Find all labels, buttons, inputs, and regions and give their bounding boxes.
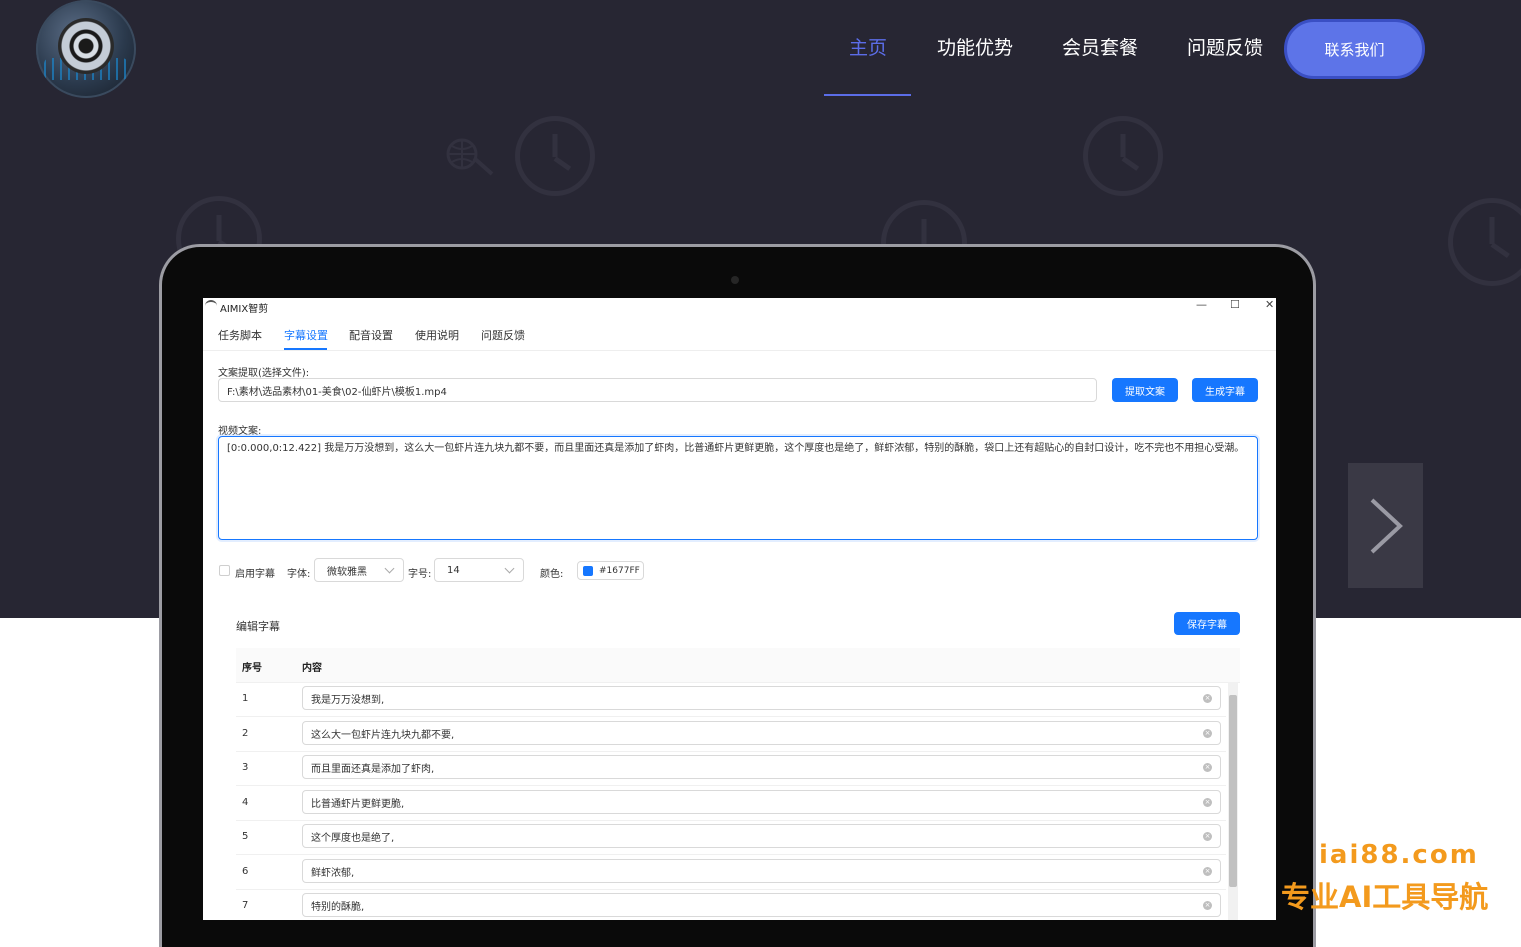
subtitle-input[interactable]: 而且里面还真是添加了虾肉, × [302,755,1221,779]
clear-icon[interactable]: × [1203,832,1212,841]
size-label: 字号: [408,569,432,580]
subtitle-input[interactable]: 鲜虾浓郁, × [302,859,1221,883]
table-header: 序号 内容 [236,648,1240,683]
enable-subtitle-label: 启用字幕 [235,569,275,580]
app-titlebar: AIMIX智剪 — ☐ ✕ [203,298,1276,316]
row-index: 5 [242,831,249,842]
site-logo[interactable] [36,0,136,98]
close-icon[interactable]: ✕ [1265,298,1274,311]
script-label: 视频文案: [218,426,262,437]
app-tabs: 任务脚本 字幕设置 配音设置 使用说明 问题反馈 [203,325,1276,351]
app-window: AIMIX智剪 — ☐ ✕ 任务脚本 字幕设置 配音设置 使用说明 问题反馈 文… [203,298,1276,920]
row-index: 1 [242,693,249,704]
header-index: 序号 [242,663,262,674]
table-scrollbar-thumb[interactable] [1229,695,1237,887]
table-row: 5 这个厚度也是绝了, × [236,820,1226,855]
file-path-input[interactable]: F:\素材\选品素材\01-美食\02-仙虾片\模板1.mp4 [218,378,1097,402]
globe-search-decoration-icon [446,138,494,176]
font-select-value: 微软雅黑 [327,566,367,578]
enable-subtitle-checkbox[interactable] [219,565,230,576]
subtitle-text: 我是万万没想到, [311,694,385,706]
app-title: AIMIX智剪 [220,304,269,315]
clear-icon[interactable]: × [1203,901,1212,910]
watermark-domain: iai88.com [1319,840,1479,870]
clear-icon[interactable]: × [1203,867,1212,876]
carousel-next-button[interactable] [1348,463,1423,588]
size-select-value: 14 [447,564,460,576]
nav-home[interactable]: 主页 [849,33,887,60]
row-index: 4 [242,797,249,808]
edit-subtitle-title: 编辑字幕 [236,620,280,633]
nav-feedback[interactable]: 问题反馈 [1187,33,1263,60]
clock-decoration-icon [515,116,595,196]
row-index: 6 [242,866,249,877]
subtitle-text: 比普通虾片更鲜更脆, [311,798,405,810]
script-textarea[interactable]: [0:0.000,0:12.422] 我是万万没想到，这么大一包虾片连九块九都不… [218,436,1258,540]
chevron-down-icon [384,563,395,574]
subtitle-text: 这个厚度也是绝了, [311,832,395,844]
color-picker[interactable]: #1677FF [577,561,644,580]
tab-active-indicator [284,348,327,350]
maximize-icon[interactable]: ☐ [1230,298,1240,311]
font-label: 字体: [287,569,311,580]
subtitle-input[interactable]: 这个厚度也是绝了, × [302,824,1221,848]
tab-feedback[interactable]: 问题反馈 [481,327,525,343]
film-reel-icon [58,18,114,74]
color-swatch [583,565,593,576]
subtitle-input[interactable]: 这么大一包虾片连九块九都不要, × [302,721,1221,745]
clear-icon[interactable]: × [1203,729,1212,738]
subtitle-text: 而且里面还真是添加了虾肉, [311,763,435,775]
chevron-down-icon [504,563,515,574]
subtitle-input[interactable]: 我是万万没想到, × [302,686,1221,710]
row-index: 3 [242,762,249,773]
subtitle-input[interactable]: 比普通虾片更鲜更脆, × [302,790,1221,814]
nav-active-indicator [824,94,911,96]
header-content: 内容 [302,663,322,674]
subtitle-text: 这么大一包虾片连九块九都不要, [311,729,455,741]
table-row: 1 我是万万没想到, × [236,682,1226,717]
font-select[interactable]: 微软雅黑 [314,558,404,582]
row-index: 2 [242,728,249,739]
app-logo-icon [205,300,217,310]
nav-pricing[interactable]: 会员套餐 [1062,33,1138,60]
chevron-right-icon [1370,498,1403,553]
subtitle-text: 鲜虾浓郁, [311,867,355,879]
tab-task-script[interactable]: 任务脚本 [218,327,262,343]
contact-us-button[interactable]: 联系我们 [1284,19,1425,79]
table-row: 7 特别的酥脆, × [236,889,1226,920]
tab-instructions[interactable]: 使用说明 [415,327,459,343]
clear-icon[interactable]: × [1203,763,1212,772]
color-label: 颜色: [540,569,564,580]
table-row: 2 这么大一包虾片连九块九都不要, × [236,717,1226,752]
color-value: #1677FF [599,565,640,576]
row-index: 7 [242,900,249,911]
nav-features[interactable]: 功能优势 [937,33,1013,60]
generate-subtitle-button[interactable]: 生成字幕 [1192,378,1258,402]
tab-subtitle-settings[interactable]: 字幕设置 [284,327,328,343]
clock-decoration-icon [1083,116,1163,196]
clear-icon[interactable]: × [1203,694,1212,703]
laptop-camera [731,276,739,284]
table-row: 3 而且里面还真是添加了虾肉, × [236,751,1226,786]
tab-voice-settings[interactable]: 配音设置 [349,327,393,343]
size-select[interactable]: 14 [434,558,524,582]
table-row: 4 比普通虾片更鲜更脆, × [236,786,1226,821]
subtitle-text: 特别的酥脆, [311,901,365,913]
subtitle-input[interactable]: 特别的酥脆, × [302,893,1221,917]
save-subtitle-button[interactable]: 保存字幕 [1174,612,1240,635]
extract-script-button[interactable]: 提取文案 [1112,378,1178,402]
table-row: 6 鲜虾浓郁, × [236,855,1226,890]
clear-icon[interactable]: × [1203,798,1212,807]
minimize-icon[interactable]: — [1196,298,1207,311]
watermark-slogan: 专业AI工具导航 [1281,880,1489,914]
file-label: 文案提取(选择文件): [218,368,310,379]
